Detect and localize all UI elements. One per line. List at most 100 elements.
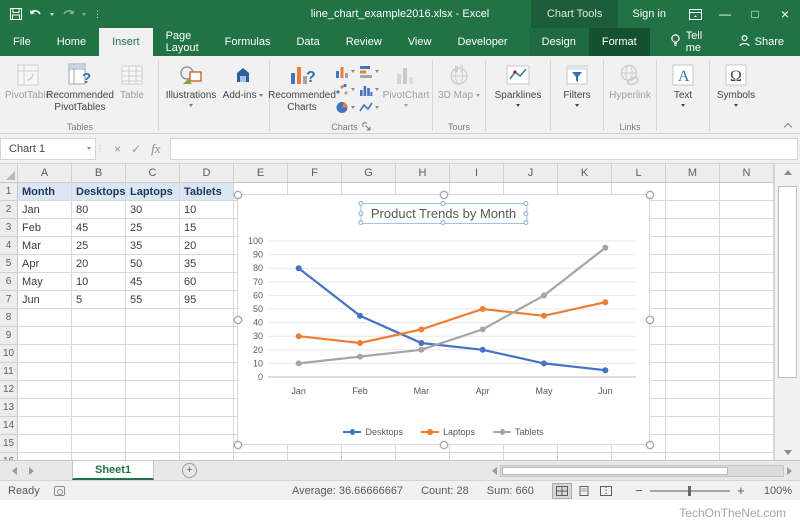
cell-M5[interactable] xyxy=(666,255,720,273)
cell-A13[interactable] xyxy=(18,399,72,417)
cell-D9[interactable] xyxy=(180,327,234,345)
cell-A12[interactable] xyxy=(18,381,72,399)
name-box-splitter[interactable]: ⋮ xyxy=(96,138,104,160)
3d-map-button[interactable]: 3D Map xyxy=(436,59,482,102)
cell-C8[interactable] xyxy=(126,309,180,327)
cell-A3[interactable]: Feb xyxy=(18,219,72,237)
sign-in-button[interactable]: Sign in xyxy=(618,8,680,20)
tab-review[interactable]: Review xyxy=(333,28,395,56)
cell-C9[interactable] xyxy=(126,327,180,345)
chart-selection-handle[interactable] xyxy=(646,441,654,449)
scroll-up-arrow[interactable] xyxy=(775,164,800,180)
cell-F16[interactable] xyxy=(288,453,342,460)
column-header-d[interactable]: D xyxy=(180,164,234,182)
cell-B13[interactable] xyxy=(72,399,126,417)
row-header-9[interactable]: 9 xyxy=(0,327,18,345)
cell-D13[interactable] xyxy=(180,399,234,417)
filters-button[interactable]: Filters xyxy=(554,59,600,107)
normal-view-button[interactable] xyxy=(552,483,572,499)
column-header-c[interactable]: C xyxy=(126,164,180,182)
cell-G16[interactable] xyxy=(342,453,396,460)
title-selection-handle[interactable] xyxy=(358,201,363,206)
cell-D6[interactable]: 60 xyxy=(180,273,234,291)
row-header-15[interactable]: 15 xyxy=(0,435,18,453)
cell-A6[interactable]: May xyxy=(18,273,72,291)
cell-C1[interactable]: Laptops xyxy=(126,183,180,201)
addins-button[interactable]: Add-ins xyxy=(220,59,266,102)
close-button[interactable]: × xyxy=(770,0,800,28)
cell-J16[interactable] xyxy=(504,453,558,460)
formula-input[interactable] xyxy=(170,138,798,160)
illustrations-button[interactable]: Illustrations xyxy=(162,59,220,107)
cell-L16[interactable] xyxy=(612,453,666,460)
column-header-b[interactable]: B xyxy=(72,164,126,182)
insert-scatter-chart-button[interactable] xyxy=(335,81,355,98)
cell-M11[interactable] xyxy=(666,363,720,381)
cell-B2[interactable]: 80 xyxy=(72,201,126,219)
zoom-slider-thumb[interactable] xyxy=(688,486,691,496)
chart-legend[interactable]: DesktopsLaptopsTablets xyxy=(238,427,649,437)
embedded-chart[interactable]: 0102030405060708090100JanFebMarAprMayJun… xyxy=(237,194,650,445)
insert-bar-chart-button[interactable] xyxy=(359,63,379,80)
cell-D4[interactable]: 20 xyxy=(180,237,234,255)
row-header-4[interactable]: 4 xyxy=(0,237,18,255)
row-header-13[interactable]: 13 xyxy=(0,399,18,417)
cell-B6[interactable]: 10 xyxy=(72,273,126,291)
save-icon[interactable] xyxy=(10,8,22,20)
title-selection-handle[interactable] xyxy=(441,220,446,225)
cell-N2[interactable] xyxy=(720,201,774,219)
cell-D12[interactable] xyxy=(180,381,234,399)
cell-A11[interactable] xyxy=(18,363,72,381)
tab-design[interactable]: Design xyxy=(529,28,589,56)
cell-A2[interactable]: Jan xyxy=(18,201,72,219)
tab-developer[interactable]: Developer xyxy=(444,28,520,56)
cell-C3[interactable]: 25 xyxy=(126,219,180,237)
cell-D8[interactable] xyxy=(180,309,234,327)
cell-D16[interactable] xyxy=(180,453,234,460)
title-selection-handle[interactable] xyxy=(358,220,363,225)
cell-E16[interactable] xyxy=(234,453,288,460)
undo-dropdown-caret[interactable] xyxy=(50,13,54,16)
row-header-7[interactable]: 7 xyxy=(0,291,18,309)
legend-item-tablets[interactable]: Tablets xyxy=(493,427,544,437)
cell-N7[interactable] xyxy=(720,291,774,309)
column-header-j[interactable]: J xyxy=(504,164,558,182)
row-header-11[interactable]: 11 xyxy=(0,363,18,381)
new-sheet-button[interactable]: + xyxy=(182,463,197,478)
tab-page-layout[interactable]: Page Layout xyxy=(153,28,212,56)
cell-N12[interactable] xyxy=(720,381,774,399)
column-header-g[interactable]: G xyxy=(342,164,396,182)
recommended-charts-button[interactable]: ? Recommended Charts xyxy=(273,59,331,113)
cell-D2[interactable]: 10 xyxy=(180,201,234,219)
text-button[interactable]: A Text xyxy=(660,59,706,107)
cell-A5[interactable]: Apr xyxy=(18,255,72,273)
chart-selection-handle[interactable] xyxy=(234,441,242,449)
insert-statistic-chart-button[interactable] xyxy=(359,81,379,98)
scroll-right-arrow[interactable] xyxy=(787,467,792,475)
cell-M3[interactable] xyxy=(666,219,720,237)
column-header-e[interactable]: E xyxy=(234,164,288,182)
column-header-m[interactable]: M xyxy=(666,164,720,182)
insert-column-chart-button[interactable] xyxy=(335,63,355,80)
cell-D10[interactable] xyxy=(180,345,234,363)
cell-D7[interactable]: 95 xyxy=(180,291,234,309)
row-header-14[interactable]: 14 xyxy=(0,417,18,435)
cell-M4[interactable] xyxy=(666,237,720,255)
column-header-k[interactable]: K xyxy=(558,164,612,182)
cell-N11[interactable] xyxy=(720,363,774,381)
cell-B14[interactable] xyxy=(72,417,126,435)
vertical-scroll-thumb[interactable] xyxy=(778,186,797,378)
chart-selection-handle[interactable] xyxy=(440,191,448,199)
select-all-corner[interactable] xyxy=(0,164,18,182)
cell-C11[interactable] xyxy=(126,363,180,381)
legend-item-laptops[interactable]: Laptops xyxy=(421,427,475,437)
row-header-2[interactable]: 2 xyxy=(0,201,18,219)
cell-C10[interactable] xyxy=(126,345,180,363)
row-header-10[interactable]: 10 xyxy=(0,345,18,363)
cell-N8[interactable] xyxy=(720,309,774,327)
cell-C12[interactable] xyxy=(126,381,180,399)
minimize-button[interactable]: — xyxy=(710,0,740,28)
vertical-scrollbar[interactable] xyxy=(774,164,800,460)
cell-M16[interactable] xyxy=(666,453,720,460)
cell-M8[interactable] xyxy=(666,309,720,327)
